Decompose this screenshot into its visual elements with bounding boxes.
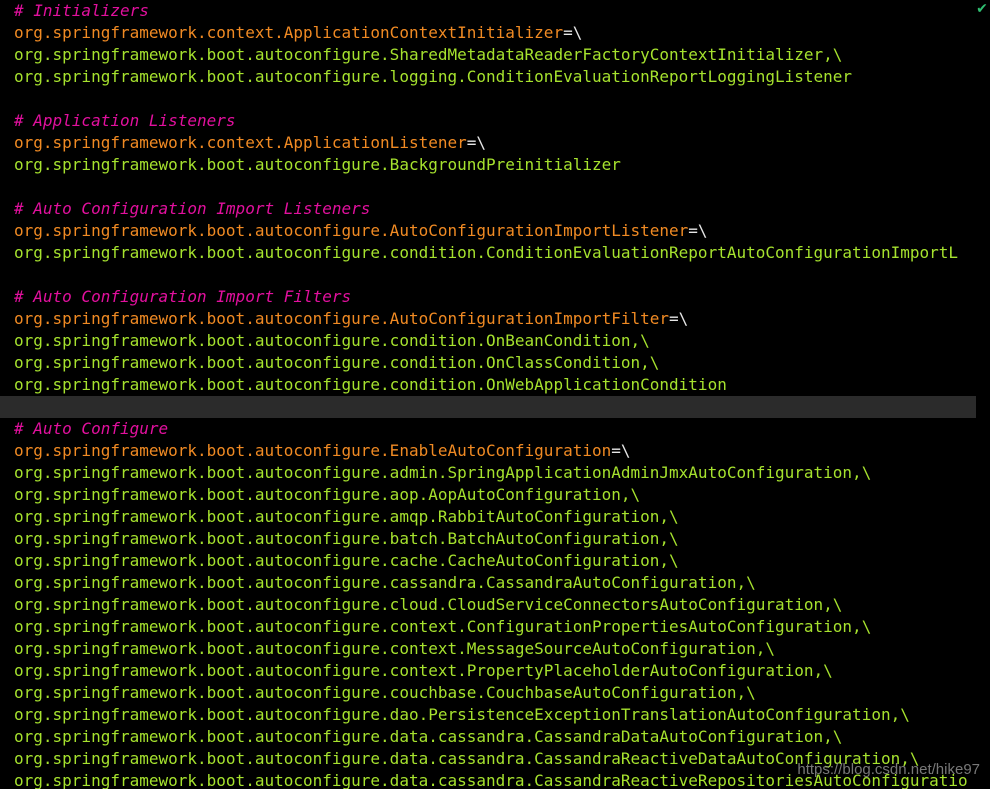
comment-token: # Auto Configure bbox=[14, 419, 169, 438]
code-line[interactable]: org.springframework.boot.autoconfigure.A… bbox=[14, 308, 990, 330]
code-line[interactable]: org.springframework.context.ApplicationC… bbox=[14, 22, 990, 44]
property-value-token: org.springframework.boot.autoconfigure.c… bbox=[14, 661, 833, 680]
code-line[interactable]: org.springframework.boot.autoconfigure.d… bbox=[14, 726, 990, 748]
property-key-token: org.springframework.boot.autoconfigure.E… bbox=[14, 441, 612, 460]
code-line[interactable]: # Application Listeners bbox=[14, 110, 990, 132]
property-value-token: org.springframework.boot.autoconfigure.B… bbox=[14, 155, 621, 174]
code-line[interactable]: org.springframework.boot.autoconfigure.c… bbox=[14, 594, 990, 616]
property-key-token: org.springframework.context.ApplicationL… bbox=[14, 133, 467, 152]
code-line[interactable]: org.springframework.boot.autoconfigure.S… bbox=[14, 44, 990, 66]
comment-token: # Auto Configuration Import Listeners bbox=[14, 199, 371, 218]
operator-token: =\ bbox=[466, 133, 487, 152]
code-line[interactable]: org.springframework.boot.autoconfigure.c… bbox=[14, 374, 990, 396]
code-line[interactable]: org.springframework.boot.autoconfigure.E… bbox=[14, 440, 990, 462]
check-icon: ✔ bbox=[976, 1, 988, 17]
comment-token: # Auto Configuration Import Filters bbox=[14, 287, 352, 306]
code-line[interactable]: # Auto Configuration Import Listeners bbox=[14, 198, 990, 220]
code-line[interactable]: org.springframework.boot.autoconfigure.c… bbox=[14, 572, 990, 594]
code-line[interactable]: org.springframework.boot.autoconfigure.d… bbox=[14, 704, 990, 726]
code-line[interactable]: # Auto Configuration Import Filters bbox=[14, 286, 990, 308]
property-value-token: org.springframework.boot.autoconfigure.d… bbox=[14, 727, 843, 746]
property-value-token: org.springframework.boot.autoconfigure.d… bbox=[14, 749, 920, 768]
property-key-token: org.springframework.boot.autoconfigure.A… bbox=[14, 309, 670, 328]
operator-token: =\ bbox=[688, 221, 708, 240]
code-line[interactable]: org.springframework.boot.autoconfigure.c… bbox=[14, 682, 990, 704]
code-line[interactable]: org.springframework.boot.autoconfigure.B… bbox=[14, 154, 990, 176]
code-line[interactable]: org.springframework.boot.autoconfigure.l… bbox=[14, 66, 990, 88]
property-key-token: org.springframework.boot.autoconfigure.A… bbox=[14, 221, 689, 240]
property-value-token: org.springframework.boot.autoconfigure.l… bbox=[14, 67, 853, 86]
code-line[interactable]: # Initializers bbox=[14, 0, 990, 22]
property-value-token: org.springframework.boot.autoconfigure.c… bbox=[14, 595, 843, 614]
property-value-token: org.springframework.boot.autoconfigure.S… bbox=[14, 45, 843, 64]
property-value-token: org.springframework.boot.autoconfigure.b… bbox=[14, 529, 679, 548]
property-value-token: org.springframework.boot.autoconfigure.c… bbox=[14, 353, 660, 372]
code-line[interactable]: org.springframework.boot.autoconfigure.a… bbox=[14, 506, 990, 528]
code-line[interactable]: org.springframework.boot.autoconfigure.A… bbox=[14, 220, 990, 242]
operator-token: =\ bbox=[611, 441, 631, 460]
code-line[interactable]: org.springframework.boot.autoconfigure.a… bbox=[14, 484, 990, 506]
property-value-token: org.springframework.boot.autoconfigure.a… bbox=[14, 485, 641, 504]
operator-token: =\ bbox=[669, 309, 689, 328]
comment-token: # Application Listeners bbox=[14, 111, 236, 130]
property-value-token: org.springframework.boot.autoconfigure.c… bbox=[14, 683, 756, 702]
code-line[interactable]: org.springframework.boot.autoconfigure.c… bbox=[14, 330, 990, 352]
watermark: https://blog.csdn.net/hike97 bbox=[797, 761, 980, 778]
code-line[interactable] bbox=[14, 264, 990, 286]
property-value-token: org.springframework.boot.autoconfigure.c… bbox=[14, 617, 872, 636]
code-line[interactable]: org.springframework.boot.autoconfigure.c… bbox=[14, 638, 990, 660]
operator-token: =\ bbox=[563, 23, 583, 42]
code-line[interactable]: org.springframework.boot.autoconfigure.c… bbox=[14, 616, 990, 638]
code-line[interactable]: org.springframework.boot.autoconfigure.a… bbox=[14, 462, 990, 484]
property-value-token: org.springframework.boot.autoconfigure.c… bbox=[14, 375, 727, 394]
code-area[interactable]: # Initializers org.springframework.contex… bbox=[0, 0, 990, 789]
code-line[interactable]: org.springframework.boot.autoconfigure.b… bbox=[14, 528, 990, 550]
property-value-token: org.springframework.boot.autoconfigure.c… bbox=[14, 331, 650, 350]
code-line[interactable]: org.springframework.context.ApplicationL… bbox=[14, 132, 990, 154]
code-line[interactable]: # Auto Configure bbox=[14, 418, 990, 440]
code-line[interactable]: org.springframework.boot.autoconfigure.c… bbox=[14, 352, 990, 374]
current-line[interactable] bbox=[0, 396, 990, 418]
code-line[interactable]: org.springframework.boot.autoconfigure.c… bbox=[14, 660, 990, 682]
property-value-token: org.springframework.boot.autoconfigure.c… bbox=[14, 551, 679, 570]
overview-ruler: ✔ bbox=[976, 0, 990, 789]
property-value-token: org.springframework.boot.autoconfigure.a… bbox=[14, 507, 679, 526]
code-editor[interactable]: # Initializers org.springframework.contex… bbox=[0, 0, 990, 789]
property-value-token: org.springframework.boot.autoconfigure.a… bbox=[14, 463, 872, 482]
code-line[interactable]: org.springframework.boot.autoconfigure.c… bbox=[14, 242, 990, 264]
property-value-token: org.springframework.boot.autoconfigure.c… bbox=[14, 243, 959, 262]
code-line[interactable]: org.springframework.boot.autoconfigure.c… bbox=[14, 550, 990, 572]
property-key-token: org.springframework.context.ApplicationC… bbox=[14, 23, 564, 42]
property-value-token: org.springframework.boot.autoconfigure.d… bbox=[14, 705, 910, 724]
property-value-token: org.springframework.boot.autoconfigure.c… bbox=[14, 639, 775, 658]
comment-token: # Initializers bbox=[14, 1, 149, 20]
code-line[interactable] bbox=[14, 88, 990, 110]
property-value-token: org.springframework.boot.autoconfigure.c… bbox=[14, 573, 756, 592]
code-line[interactable] bbox=[14, 176, 990, 198]
